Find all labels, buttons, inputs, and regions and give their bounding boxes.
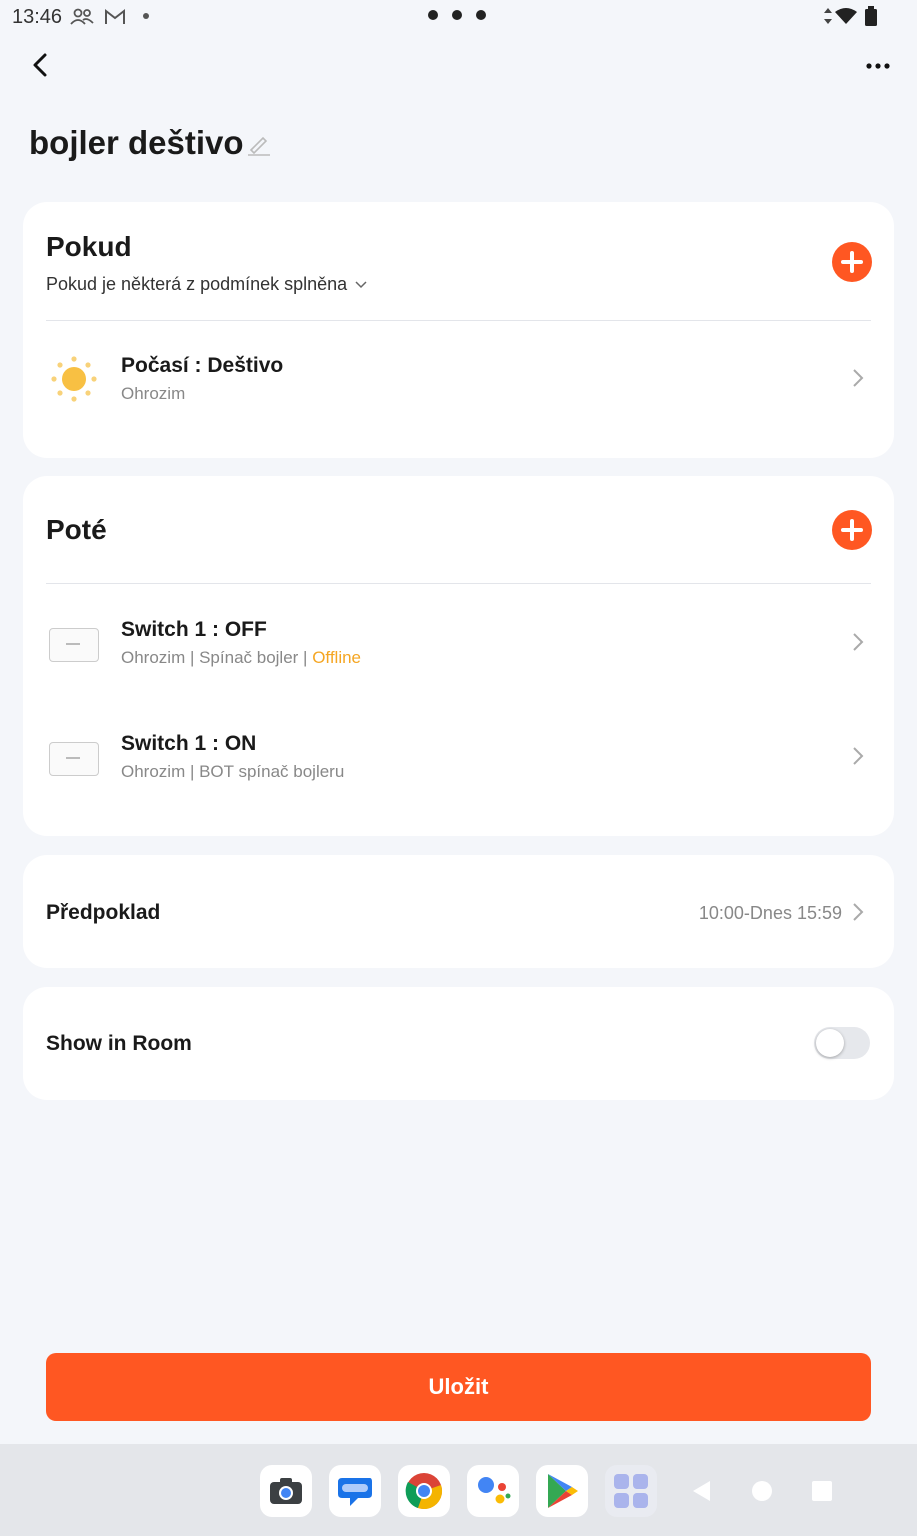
battery-icon [865, 6, 877, 26]
nav-back-icon[interactable] [690, 1479, 714, 1503]
wifi-icon [835, 8, 857, 24]
sun-icon [49, 354, 99, 404]
more-horizontal-icon [866, 63, 890, 69]
data-arrows-icon [824, 8, 832, 24]
condition-subtitle: Ohrozim [121, 384, 186, 403]
app-drawer-button[interactable] [605, 1465, 657, 1517]
navigation-bar [0, 1444, 917, 1536]
action-subtitle: Ohrozim | BOT spínač bojleru [121, 762, 345, 781]
play-store-app-button[interactable] [536, 1465, 588, 1517]
action-row-switch-off[interactable]: Switch 1 : OFF Ohrozim | Spínač bojler |… [23, 596, 894, 686]
action-row-switch-on[interactable]: Switch 1 : ON Ohrozim | BOT spínač bojle… [23, 710, 894, 800]
assistant-app-button[interactable] [467, 1465, 519, 1517]
chrome-icon [405, 1473, 443, 1510]
status-time: 13:46 [12, 6, 63, 28]
camera-indicator-dots [428, 10, 486, 20]
add-action-button[interactable] [832, 510, 872, 550]
precondition-row[interactable]: Předpoklad 10:00-Dnes 15:59 [23, 855, 894, 968]
precondition-label: Předpoklad [46, 901, 161, 924]
chevron-right-icon [853, 747, 864, 765]
condition-row-weather[interactable]: Počasí : Deštivo Ohrozim [23, 332, 894, 422]
action-subtitle: Ohrozim | Spínač bojler | Offline [121, 648, 362, 667]
nav-home-icon[interactable] [750, 1479, 774, 1503]
switch-device-icon [49, 618, 99, 668]
then-card-title: Poté [46, 514, 107, 545]
camera-icon [270, 1478, 302, 1504]
scene-title: bojler deštivo [29, 124, 244, 161]
precondition-value: 10:00-Dnes 15:59 [698, 903, 842, 923]
messages-app-button[interactable] [329, 1465, 381, 1517]
notification-dot-icon [143, 13, 149, 19]
toggle-knob [816, 1029, 844, 1057]
action-title: Switch 1 : OFF [121, 618, 267, 641]
show-in-room-row: Show in Room [23, 987, 894, 1100]
save-button[interactable]: Uložit [46, 1353, 871, 1421]
if-card-title: Pokud [46, 231, 132, 262]
pencil-icon [248, 136, 270, 156]
show-in-room-toggle[interactable] [814, 1027, 870, 1059]
then-actions-card: Poté Switch 1 : OFF Ohrozim | Spínač boj… [23, 476, 894, 836]
condition-title: Počasí : Deštivo [121, 354, 284, 377]
nav-recents-icon[interactable] [810, 1479, 834, 1503]
play-store-icon [548, 1474, 578, 1508]
back-button[interactable] [24, 48, 58, 82]
if-conditions-card: Pokud Pokud je některá z podmínek splněn… [23, 202, 894, 458]
messages-icon [338, 1478, 372, 1506]
switch-device-icon [49, 732, 99, 782]
chevron-right-icon [853, 369, 864, 387]
divider [46, 320, 871, 321]
gmail-icon [105, 8, 125, 24]
add-condition-button[interactable] [832, 242, 872, 282]
chevron-down-icon [355, 280, 367, 288]
show-in-room-label: Show in Room [46, 1032, 192, 1055]
people-icon [70, 8, 94, 25]
app-drawer-icon [614, 1474, 648, 1508]
assistant-icon [478, 1477, 511, 1504]
status-bar: 13:46 [0, 0, 917, 34]
offline-status: Offline [312, 648, 362, 667]
more-options-button[interactable] [858, 52, 898, 80]
chrome-app-button[interactable] [398, 1465, 450, 1517]
action-title: Switch 1 : ON [121, 732, 257, 755]
chevron-right-icon [853, 633, 864, 651]
chevron-right-icon [853, 903, 864, 921]
divider [46, 583, 871, 584]
camera-app-button[interactable] [260, 1465, 312, 1517]
edit-title-button[interactable] [246, 131, 272, 157]
condition-mode-label: Pokud je některá z podmínek splněna [46, 274, 348, 294]
condition-mode-dropdown[interactable]: Pokud je některá z podmínek splněna [46, 274, 367, 295]
chevron-left-icon [33, 53, 47, 77]
